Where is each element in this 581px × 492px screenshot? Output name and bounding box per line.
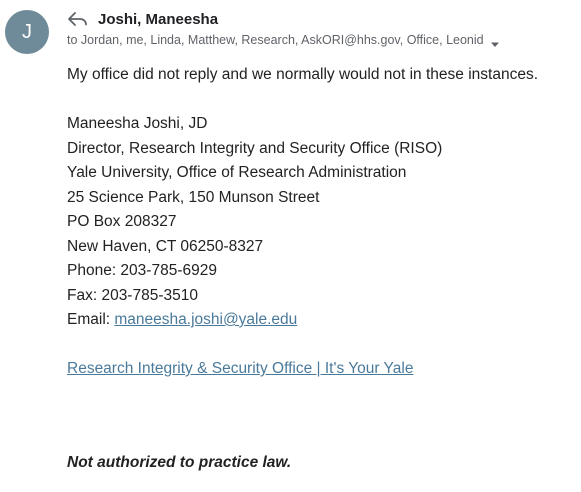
signature-title: Director, Research Integrity and Securit… (67, 139, 443, 157)
signature-name: Maneesha Joshi, JD (67, 115, 208, 132)
riso-website-link[interactable]: Research Integrity & Security Office | I… (67, 360, 413, 377)
message-header: Joshi, Maneesha to Jordan, me, Linda, Ma… (67, 8, 571, 47)
avatar[interactable]: J (5, 10, 49, 54)
reply-arrow-icon[interactable] (67, 11, 89, 27)
signature-email-row: Email: maneesha.joshi@yale.edu (67, 308, 573, 333)
recipients-list: to Jordan, me, Linda, Matthew, Research,… (67, 33, 484, 47)
signature-org: Yale University, Office of Research Admi… (67, 164, 407, 181)
signature-fax: Fax: 203-785-3510 (67, 286, 198, 304)
signature-email-label: Email: (67, 311, 115, 328)
chevron-down-icon[interactable] (490, 37, 500, 47)
sender-name[interactable]: Joshi, Maneesha (98, 11, 218, 28)
signature-address-1: 25 Science Park, 150 Munson Street (67, 188, 320, 206)
email-link[interactable]: maneesha.joshi@yale.edu (114, 311, 297, 328)
signature-address-3: New Haven, CT 06250-8327 (67, 237, 264, 255)
message-body: My office did not reply and we normally … (67, 63, 573, 382)
signature-address-2: PO Box 208327 (67, 213, 177, 230)
message-intro: My office did not reply and we normally … (67, 66, 538, 83)
recipients-row[interactable]: to Jordan, me, Linda, Matthew, Research,… (67, 33, 571, 47)
signature-phone: Phone: 203-785-6929 (67, 262, 217, 279)
sender-row: Joshi, Maneesha (67, 8, 571, 30)
disclaimer: Not authorized to practice law. (67, 454, 292, 471)
